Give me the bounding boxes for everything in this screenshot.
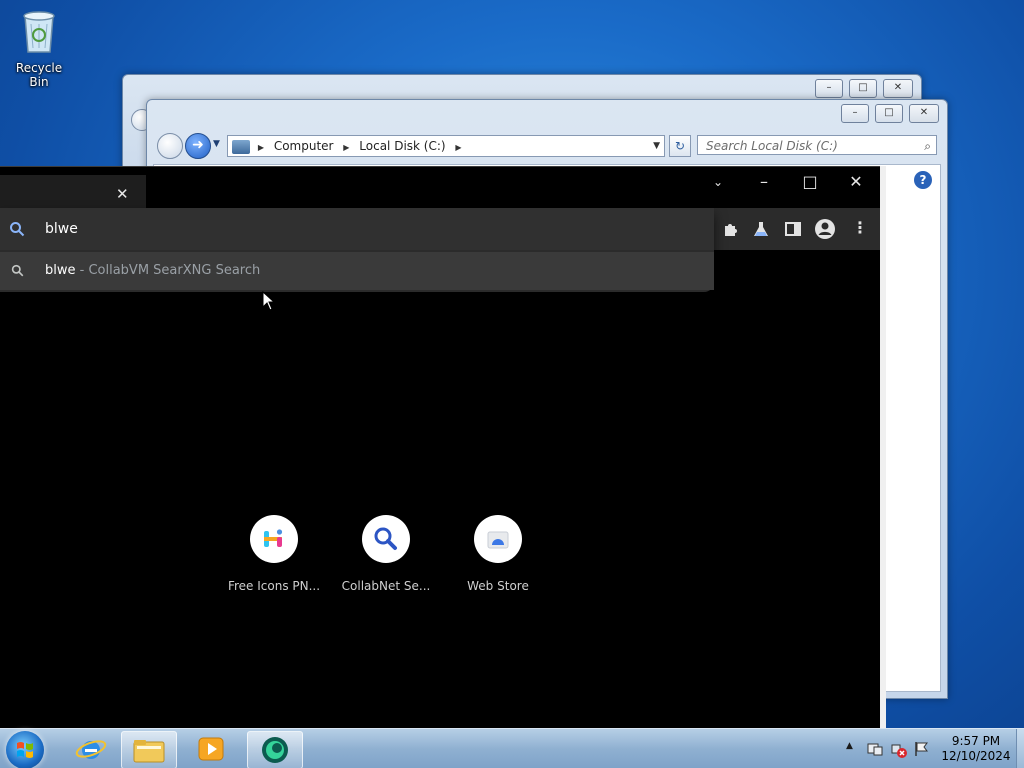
- action-center-icon[interactable]: [866, 741, 884, 757]
- breadcrumb-computer[interactable]: Computer: [274, 136, 334, 156]
- back-button[interactable]: [157, 133, 183, 159]
- omnibox-text[interactable]: blwe: [45, 221, 78, 237]
- media-player-icon: [198, 737, 224, 761]
- side-panel-icon[interactable]: [784, 220, 802, 238]
- system-clock[interactable]: 9:57 PM 12/10/2024: [936, 734, 1016, 764]
- search-icon[interactable]: ⌕: [924, 136, 931, 156]
- shortcut-title: CollabNet Se...: [341, 579, 431, 593]
- search-placeholder: Search Local Disk (C:): [706, 139, 838, 153]
- internet-explorer-icon: [75, 740, 107, 759]
- address-dropdown-icon[interactable]: ▼: [653, 136, 660, 156]
- internet-explorer-button[interactable]: [64, 731, 118, 767]
- forward-button[interactable]: ➜: [185, 133, 211, 159]
- minimize-button[interactable]: –: [744, 172, 784, 191]
- maximize-button[interactable]: □: [875, 104, 903, 123]
- clock-time: 9:57 PM: [951, 734, 1001, 748]
- more-menu-icon[interactable]: ⋮: [852, 218, 868, 237]
- mouse-cursor-icon: [262, 291, 276, 311]
- recent-pages-dropdown-icon[interactable]: ▼: [213, 139, 220, 149]
- windows-explorer-button[interactable]: [121, 731, 177, 768]
- breadcrumb-separator-icon: ▶: [343, 143, 350, 152]
- media-player-button[interactable]: [184, 731, 238, 767]
- desktop: Recycle Bin – □ ✕ – □ ✕ ➜ ▼ ▶ Computer ▶…: [0, 0, 1024, 768]
- tab-search-chevron-icon[interactable]: ⌄: [698, 175, 738, 189]
- search-icon: [362, 515, 410, 563]
- browser-app-icon: [262, 737, 288, 763]
- windows-logo-icon: [17, 742, 33, 758]
- recycle-bin-icon: [23, 11, 55, 53]
- recycle-bin-label: Recycle Bin: [15, 61, 63, 89]
- browser-window[interactable]: ✕ ⌄ – □ ✕ ⋮ blwe blwe - CollabVM SearXNG…: [0, 166, 886, 730]
- recycle-bin-shortcut[interactable]: Recycle Bin: [6, 6, 72, 89]
- folder-icon: [133, 740, 165, 763]
- breadcrumb-separator-icon[interactable]: ▶: [455, 138, 461, 158]
- omnibox-dropdown: blwe blwe - CollabVM SearXNG Search: [0, 208, 714, 292]
- taskbar: ▲ 9:57 PM 12/10/2024: [0, 728, 1024, 768]
- refresh-icon[interactable]: ↻: [669, 135, 691, 157]
- breadcrumb-local-disk[interactable]: Local Disk (C:): [359, 136, 445, 156]
- show-hidden-icons-icon[interactable]: ▲: [846, 741, 853, 751]
- maximize-button[interactable]: □: [849, 79, 877, 98]
- suggestion-source: - CollabVM SearXNG Search: [75, 263, 261, 278]
- web-store-icon: [474, 515, 522, 563]
- close-button[interactable]: ✕: [883, 79, 913, 98]
- search-field[interactable]: Search Local Disk (C:) ⌕: [697, 135, 937, 155]
- shortcut-tile[interactable]: CollabNet Se...: [336, 515, 436, 593]
- computer-icon: [232, 139, 250, 154]
- suggestion-query: blwe: [45, 263, 76, 278]
- suggestion-search-icon: [11, 264, 24, 277]
- volume-icon[interactable]: [914, 740, 930, 758]
- browser-taskbar-button[interactable]: [247, 731, 303, 768]
- shortcut-tile[interactable]: Free Icons PN...: [224, 515, 324, 593]
- start-button[interactable]: [6, 731, 44, 768]
- omnibox-input[interactable]: blwe: [0, 208, 714, 250]
- profile-avatar-icon[interactable]: [814, 218, 836, 240]
- minimize-button[interactable]: –: [841, 104, 869, 123]
- help-icon[interactable]: ?: [914, 171, 932, 189]
- show-desktop-button[interactable]: [1016, 729, 1024, 768]
- shortcut-tile[interactable]: Web Store: [448, 515, 548, 593]
- network-disconnected-icon[interactable]: [890, 741, 908, 759]
- labs-flask-icon[interactable]: [752, 220, 770, 238]
- tab-new-tab[interactable]: ✕: [0, 175, 146, 209]
- extensions-puzzle-icon[interactable]: [722, 220, 740, 238]
- close-button[interactable]: ✕: [836, 172, 876, 191]
- close-button[interactable]: ✕: [909, 104, 939, 123]
- free-icons-logo-icon: [250, 515, 298, 563]
- clock-date: 12/10/2024: [941, 749, 1011, 763]
- tab-strip: ✕ ⌄ – □ ✕: [0, 166, 880, 209]
- suggestion-text: blwe - CollabVM SearXNG Search: [45, 263, 260, 278]
- browser-toolbar: ⋮: [714, 208, 880, 250]
- maximize-button[interactable]: □: [790, 172, 830, 191]
- address-bar[interactable]: ▶ Computer ▶ Local Disk (C:) ▶ ▼: [227, 135, 665, 157]
- search-icon: [10, 222, 25, 237]
- tab-close-icon[interactable]: ✕: [116, 185, 129, 203]
- minimize-button[interactable]: –: [815, 79, 843, 98]
- shortcut-title: Free Icons PN...: [227, 579, 321, 593]
- navigation-bar: ➜ ▼ ▶ Computer ▶ Local Disk (C:) ▶ ▼ ↻ S…: [147, 132, 947, 160]
- suggestion-item[interactable]: blwe - CollabVM SearXNG Search: [0, 252, 714, 290]
- breadcrumb-separator-icon: ▶: [257, 143, 264, 152]
- shortcut-title: Web Store: [467, 579, 529, 593]
- new-tab-page: Free Icons PN... CollabNet Se... Web Sto…: [0, 250, 880, 730]
